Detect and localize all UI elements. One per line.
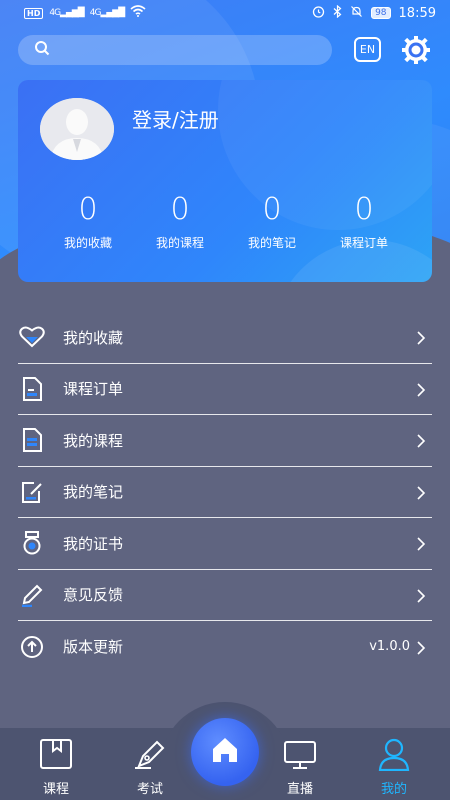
chevron-right-icon <box>414 330 428 345</box>
menu-item-label: 课程订单 <box>63 380 124 399</box>
mute-bell-icon <box>350 5 363 21</box>
stat-label: 我的收藏 <box>63 236 112 250</box>
search-input[interactable] <box>58 42 332 58</box>
bluetooth-icon <box>333 4 342 21</box>
search-bar[interactable] <box>18 35 332 65</box>
chevron-right-icon <box>414 433 428 448</box>
pen-exam-icon <box>132 736 168 772</box>
top-bar: EN <box>18 34 436 66</box>
stat-label: 我的课程 <box>155 236 204 250</box>
stat-label: 我的笔记 <box>247 236 296 250</box>
menu-item-my-notes[interactable]: 我的笔记 <box>18 467 432 518</box>
search-icon <box>34 40 50 60</box>
menu-item-my-courses[interactable]: 我的课程 <box>18 415 432 467</box>
chevron-right-icon <box>414 382 428 397</box>
menu-item-label: 我的证书 <box>63 534 124 553</box>
wifi-icon <box>130 5 146 21</box>
menu-item-label: 我的课程 <box>63 431 124 450</box>
signal-icon: 4G▂▄▆█ <box>49 8 84 18</box>
tab-label: 我的 <box>380 782 407 797</box>
tab-label: 直播 <box>286 782 313 797</box>
menu-item-label: 我的收藏 <box>63 328 124 347</box>
pencil-icon <box>18 581 46 609</box>
menu-item-favorites[interactable]: 我的收藏 <box>18 312 432 364</box>
version-value: v1.0.0 <box>369 639 410 655</box>
stat-value: 0 <box>170 192 190 227</box>
stat-label: 课程订单 <box>339 236 388 250</box>
stat-notes[interactable]: 0 我的笔记 <box>226 192 318 251</box>
tab-mine[interactable]: 我的 <box>359 736 429 797</box>
home-icon <box>210 735 240 769</box>
tab-live[interactable]: 直播 <box>265 736 335 797</box>
menu-item-label: 意见反馈 <box>63 586 124 605</box>
chevron-right-icon <box>414 640 428 655</box>
settings-gear-icon[interactable] <box>400 34 432 66</box>
tab-label: 课程 <box>42 782 69 797</box>
menu-item-label: 我的笔记 <box>63 483 124 502</box>
bookmark-book-icon <box>38 736 74 772</box>
avatar[interactable] <box>40 98 114 160</box>
monitor-icon <box>282 736 318 772</box>
menu-item-version-update[interactable]: 版本更新 v1.0.0 <box>18 621 432 673</box>
clock: 18:59 <box>398 5 436 21</box>
note-edit-icon <box>18 478 46 506</box>
heart-icon <box>18 323 46 351</box>
stat-value: 0 <box>262 192 282 227</box>
chevron-right-icon <box>414 536 428 551</box>
course-document-icon <box>18 426 46 454</box>
alarm-icon <box>312 5 325 21</box>
bottom-tab-bar: 课程 考试 直播 我的 <box>0 702 450 800</box>
menu-item-certificates[interactable]: 我的证书 <box>18 518 432 570</box>
order-document-icon <box>18 375 46 403</box>
home-button[interactable] <box>191 718 259 786</box>
stat-orders[interactable]: 0 课程订单 <box>318 192 410 251</box>
tab-label: 考试 <box>136 782 163 797</box>
tab-exams[interactable]: 考试 <box>115 736 185 797</box>
stats-row: 0 我的收藏 0 我的课程 0 我的笔记 0 课程订单 <box>18 192 432 251</box>
chevron-right-icon <box>414 485 428 500</box>
menu-item-label: 版本更新 <box>63 638 124 657</box>
login-register-link[interactable]: 登录/注册 <box>132 104 219 133</box>
battery-indicator: 98 <box>371 7 391 19</box>
hd-indicator: HD <box>24 7 44 19</box>
menu-item-course-orders[interactable]: 课程订单 <box>18 364 432 415</box>
stat-value: 0 <box>354 192 374 227</box>
chevron-right-icon <box>414 588 428 603</box>
user-icon <box>376 736 412 772</box>
profile-card: 登录/注册 0 我的收藏 0 我的课程 0 我的笔记 0 课程订单 <box>18 80 432 282</box>
stat-courses[interactable]: 0 我的课程 <box>134 192 226 251</box>
tab-courses[interactable]: 课程 <box>21 736 91 797</box>
language-button[interactable]: EN <box>354 37 381 62</box>
menu-item-feedback[interactable]: 意见反馈 <box>18 570 432 621</box>
stat-value: 0 <box>78 192 98 227</box>
signal-icon: 4G▂▄▆█ <box>89 8 125 18</box>
status-bar: HD 4G▂▄▆█ 4G▂▄▆█ 98 18:59 <box>0 0 450 26</box>
menu-list: 我的收藏 课程订单 我的课程 我的笔记 我的证书 意见反馈 版本更新 v1.0.… <box>0 312 450 673</box>
certificate-medal-icon <box>18 529 46 557</box>
stat-favorites[interactable]: 0 我的收藏 <box>42 192 134 251</box>
upload-arrow-icon <box>18 633 46 661</box>
